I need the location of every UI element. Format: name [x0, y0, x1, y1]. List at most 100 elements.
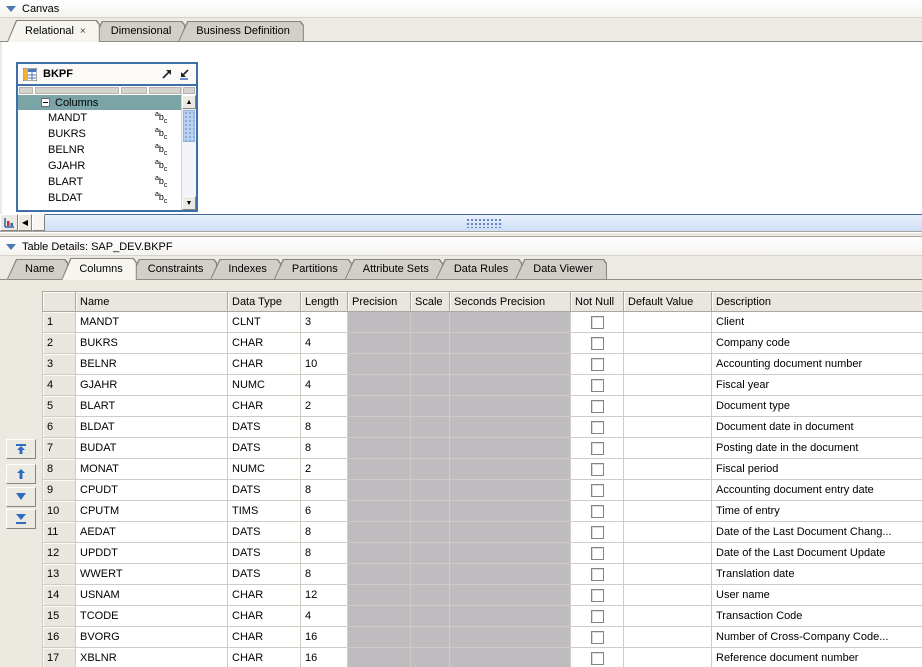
tab-columns[interactable]: Columns [61, 258, 136, 280]
not-null-checkbox[interactable] [591, 400, 604, 413]
data-type-cell[interactable]: CLNT [228, 312, 301, 333]
name-cell[interactable]: XBLNR [76, 648, 228, 667]
data-type-cell[interactable]: DATS [228, 480, 301, 501]
name-cell[interactable]: BLART [76, 396, 228, 417]
data-type-cell[interactable]: NUMC [228, 459, 301, 480]
default-value-cell[interactable] [624, 438, 712, 459]
not-null-checkbox[interactable] [591, 547, 604, 560]
length-cell[interactable]: 3 [301, 312, 348, 333]
row-number-cell[interactable]: 7 [43, 438, 76, 459]
description-cell[interactable]: Document type [712, 396, 922, 417]
description-cell[interactable]: Date of the Last Document Chang... [712, 522, 922, 543]
mini-vertical-scrollbar[interactable]: ▲ ▼ [181, 86, 196, 210]
length-cell[interactable]: 12 [301, 585, 348, 606]
mini-column-row[interactable]: BLDATabc [18, 190, 181, 206]
not-null-checkbox[interactable] [591, 379, 604, 392]
not-null-checkbox[interactable] [591, 631, 604, 644]
mini-column-row[interactable]: BUKRSabc [18, 126, 181, 142]
data-type-cell[interactable]: DATS [228, 438, 301, 459]
default-value-cell[interactable] [624, 396, 712, 417]
grid-header-cell[interactable]: Name [76, 292, 228, 312]
description-cell[interactable]: Reference document number [712, 648, 922, 667]
tab-close-icon[interactable]: × [80, 26, 86, 37]
description-cell[interactable]: Transaction Code [712, 606, 922, 627]
tab-constraints[interactable]: Constraints [130, 259, 218, 279]
name-cell[interactable]: BUKRS [76, 333, 228, 354]
grid-header-cell[interactable]: Description [712, 292, 922, 312]
name-cell[interactable]: AEDAT [76, 522, 228, 543]
mini-column-row[interactable]: GJAHRabc [18, 158, 181, 174]
not-null-checkbox[interactable] [591, 568, 604, 581]
description-cell[interactable]: Company code [712, 333, 922, 354]
overview-chart-button[interactable] [0, 214, 18, 231]
row-number-cell[interactable]: 6 [43, 417, 76, 438]
row-number-cell[interactable]: 9 [43, 480, 76, 501]
data-type-cell[interactable]: CHAR [228, 354, 301, 375]
description-cell[interactable]: Client [712, 312, 922, 333]
default-value-cell[interactable] [624, 522, 712, 543]
bkpf-title-bar[interactable]: BKPF [18, 64, 196, 86]
mini-column-row[interactable]: BLARTabc [18, 174, 181, 190]
name-cell[interactable]: CPUTM [76, 501, 228, 522]
data-type-cell[interactable]: CHAR [228, 606, 301, 627]
default-value-cell[interactable] [624, 543, 712, 564]
name-cell[interactable]: CPUDT [76, 480, 228, 501]
scroll-track[interactable] [182, 143, 196, 196]
tab-relational[interactable]: Relational× [7, 20, 100, 42]
default-value-cell[interactable] [624, 312, 712, 333]
data-type-cell[interactable]: CHAR [228, 585, 301, 606]
length-cell[interactable]: 4 [301, 606, 348, 627]
length-cell[interactable]: 16 [301, 627, 348, 648]
grid-header-cell[interactable] [43, 292, 76, 312]
not-null-checkbox[interactable] [591, 358, 604, 371]
not-null-checkbox[interactable] [591, 442, 604, 455]
description-cell[interactable]: Posting date in the document [712, 438, 922, 459]
name-cell[interactable]: UPDDT [76, 543, 228, 564]
length-cell[interactable]: 8 [301, 438, 348, 459]
row-number-cell[interactable]: 10 [43, 501, 76, 522]
row-number-cell[interactable]: 13 [43, 564, 76, 585]
default-value-cell[interactable] [624, 648, 712, 667]
tab-attribute-sets[interactable]: Attribute Sets [345, 259, 443, 279]
default-value-cell[interactable] [624, 501, 712, 522]
description-cell[interactable]: Fiscal year [712, 375, 922, 396]
tab-data-viewer[interactable]: Data Viewer [515, 259, 607, 279]
splitter-grip[interactable] [466, 218, 502, 228]
grid-header-cell[interactable]: Precision [348, 292, 411, 312]
length-cell[interactable]: 8 [301, 543, 348, 564]
default-value-cell[interactable] [624, 627, 712, 648]
data-type-cell[interactable]: TIMS [228, 501, 301, 522]
row-number-cell[interactable]: 3 [43, 354, 76, 375]
not-null-checkbox[interactable] [591, 337, 604, 350]
not-null-checkbox[interactable] [591, 526, 604, 539]
data-type-cell[interactable]: DATS [228, 417, 301, 438]
row-number-cell[interactable]: 17 [43, 648, 76, 667]
default-value-cell[interactable] [624, 354, 712, 375]
length-cell[interactable]: 16 [301, 648, 348, 667]
horizontal-scroll-thumb[interactable] [32, 214, 45, 231]
name-cell[interactable]: MONAT [76, 459, 228, 480]
description-cell[interactable]: Accounting document number [712, 354, 922, 375]
default-value-cell[interactable] [624, 564, 712, 585]
data-type-cell[interactable]: CHAR [228, 396, 301, 417]
scroll-up-button[interactable]: ▲ [182, 95, 196, 109]
row-number-cell[interactable]: 11 [43, 522, 76, 543]
tab-partitions[interactable]: Partitions [274, 259, 352, 279]
name-cell[interactable]: BLDAT [76, 417, 228, 438]
default-value-cell[interactable] [624, 417, 712, 438]
horizontal-scroll-track[interactable] [45, 214, 922, 231]
columns-group-row[interactable]: Columns [18, 95, 181, 110]
row-number-cell[interactable]: 8 [43, 459, 76, 480]
data-type-cell[interactable]: DATS [228, 543, 301, 564]
description-cell[interactable]: Date of the Last Document Update [712, 543, 922, 564]
not-null-checkbox[interactable] [591, 316, 604, 329]
default-value-cell[interactable] [624, 585, 712, 606]
row-number-cell[interactable]: 5 [43, 396, 76, 417]
not-null-checkbox[interactable] [591, 421, 604, 434]
length-cell[interactable]: 8 [301, 480, 348, 501]
scroll-left-button[interactable]: ◀ [18, 214, 32, 231]
default-value-cell[interactable] [624, 480, 712, 501]
grid-header-cell[interactable]: Data Type [228, 292, 301, 312]
data-type-cell[interactable]: DATS [228, 564, 301, 585]
collapse-triangle-icon[interactable] [6, 6, 16, 12]
